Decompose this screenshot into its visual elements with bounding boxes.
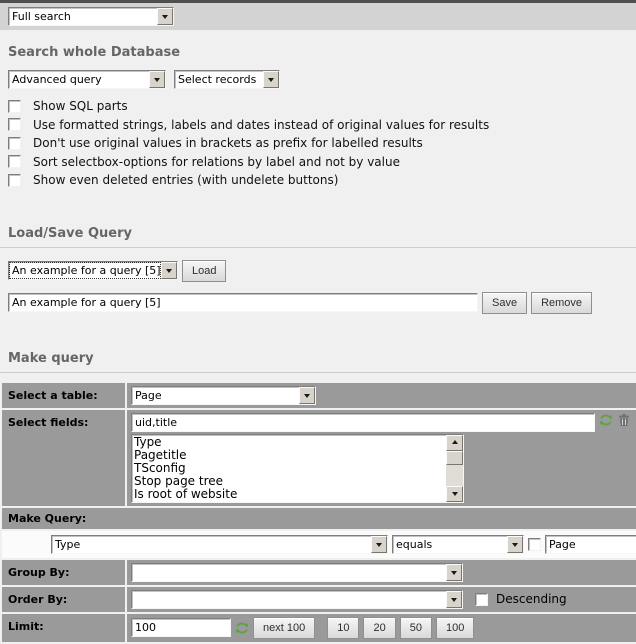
checkbox-label: Show SQL parts <box>33 99 128 113</box>
condition-value-input[interactable]: Page <box>545 535 636 554</box>
table-row: Limit: 100 next 100 <box>2 614 636 642</box>
module-select-value: Full search <box>9 8 157 25</box>
sort-selectbox-options-checkbox[interactable] <box>8 155 21 168</box>
remove-button[interactable]: Remove <box>531 292 592 314</box>
chevron-down-icon <box>161 262 177 279</box>
chevron-down-icon <box>371 536 387 553</box>
checkbox-label: Use formatted strings, labels and dates … <box>33 118 489 132</box>
option-row: Don't use original values in brackets as… <box>8 134 628 153</box>
make-query-heading: Make query <box>8 351 636 366</box>
table-select-value: Page <box>132 387 299 404</box>
load-button[interactable]: Load <box>182 260 226 282</box>
next-100-button[interactable]: next 100 <box>253 617 315 639</box>
condition-operator-value: equals <box>393 536 507 553</box>
table-row: Order By: Descending <box>2 587 636 612</box>
show-sql-parts-checkbox[interactable] <box>8 100 21 113</box>
records-select-value: Select records <box>175 71 263 88</box>
scrollbar-track[interactable] <box>446 465 463 486</box>
load-save-heading: Load/Save Query <box>8 226 636 241</box>
checkbox-label: Sort selectbox-options for relations by … <box>33 155 400 169</box>
query-builder-table: Select a table: Page Select fields: uid,… <box>0 381 636 644</box>
query-type-select[interactable]: Advanced query <box>8 70 166 89</box>
checkbox-label: Don't use original values in brackets as… <box>33 136 423 150</box>
limit-10-button[interactable]: 10 <box>327 617 359 639</box>
select-table-label: Select a table: <box>2 383 125 408</box>
order-by-label: Order By: <box>2 587 125 612</box>
use-formatted-strings-checkbox[interactable] <box>8 118 21 131</box>
group-by-select[interactable] <box>131 563 463 582</box>
limit-label: Limit: <box>2 614 125 642</box>
select-fields-label: Select fields: <box>2 410 125 506</box>
no-original-values-checkbox[interactable] <box>8 137 21 150</box>
listbox-scrollbar[interactable] <box>446 435 463 502</box>
stored-query-select-value: An example for a query [5] <box>9 262 161 279</box>
order-by-select[interactable] <box>131 590 463 609</box>
descending-checkbox[interactable] <box>475 593 488 606</box>
checkbox-label: Show even deleted entries (with undelete… <box>33 173 338 187</box>
group-by-select-value <box>132 564 446 581</box>
option-row: Show SQL parts <box>8 97 628 116</box>
scrollbar-thumb[interactable] <box>446 451 463 465</box>
scroll-up-icon[interactable] <box>446 435 463 451</box>
refresh-icon[interactable] <box>599 413 613 427</box>
group-by-label: Group By: <box>2 560 125 585</box>
records-select[interactable]: Select records <box>174 70 280 89</box>
chevron-down-icon <box>507 536 523 553</box>
table-row: Make Query: <box>2 508 636 529</box>
condition-field-value: Type <box>52 536 371 553</box>
make-query-section-label: Make Query: <box>2 508 636 529</box>
condition-field-select[interactable]: Type <box>51 535 388 554</box>
condition-negate-checkbox[interactable] <box>528 538 541 551</box>
table-row: Type equals Page <box>2 531 636 558</box>
option-row: Show even deleted entries (with undelete… <box>8 171 628 190</box>
table-select[interactable]: Page <box>131 386 316 405</box>
limit-50-button[interactable]: 50 <box>400 617 432 639</box>
limit-20-button[interactable]: 20 <box>363 617 395 639</box>
page-title: Search whole Database <box>8 45 636 60</box>
query-name-input[interactable]: An example for a query [5] <box>8 293 478 312</box>
condition-operator-select[interactable]: equals <box>392 535 524 554</box>
descending-label: Descending <box>496 592 567 606</box>
listbox-option[interactable]: Type <box>134 436 444 449</box>
divider <box>0 247 636 248</box>
table-row: Select a table: Page <box>2 383 636 408</box>
fields-listbox[interactable]: Type Pagetitle TSconfig Stop page tree I… <box>131 434 464 503</box>
chevron-down-icon <box>157 8 173 25</box>
trash-icon[interactable] <box>617 413 631 427</box>
divider <box>0 372 636 373</box>
fields-input[interactable]: uid,title <box>131 413 595 432</box>
listbox-option[interactable]: Is root of website <box>134 488 444 501</box>
save-button[interactable]: Save <box>482 292 527 314</box>
limit-100-button[interactable]: 100 <box>436 617 474 639</box>
listbox-option[interactable]: Pagetitle <box>134 449 444 462</box>
option-row: Use formatted strings, labels and dates … <box>8 116 628 135</box>
scroll-down-icon[interactable] <box>446 486 463 502</box>
chevron-down-icon <box>149 71 165 88</box>
module-select[interactable]: Full search <box>8 7 174 26</box>
chevron-down-icon <box>299 387 315 404</box>
option-row: Sort selectbox-options for relations by … <box>8 153 628 172</box>
stored-query-select[interactable]: An example for a query [5] <box>8 261 178 280</box>
table-row: Group By: <box>2 560 636 585</box>
module-select-band: Full search <box>0 3 636 30</box>
show-deleted-entries-checkbox[interactable] <box>8 174 21 187</box>
refresh-icon[interactable] <box>235 621 249 635</box>
limit-input[interactable]: 100 <box>131 618 231 637</box>
chevron-down-icon <box>446 564 462 581</box>
order-by-select-value <box>132 591 446 608</box>
table-row: Select fields: uid,title <box>2 410 636 506</box>
chevron-down-icon <box>263 71 279 88</box>
query-type-select-value: Advanced query <box>9 71 149 88</box>
chevron-down-icon <box>446 591 462 608</box>
